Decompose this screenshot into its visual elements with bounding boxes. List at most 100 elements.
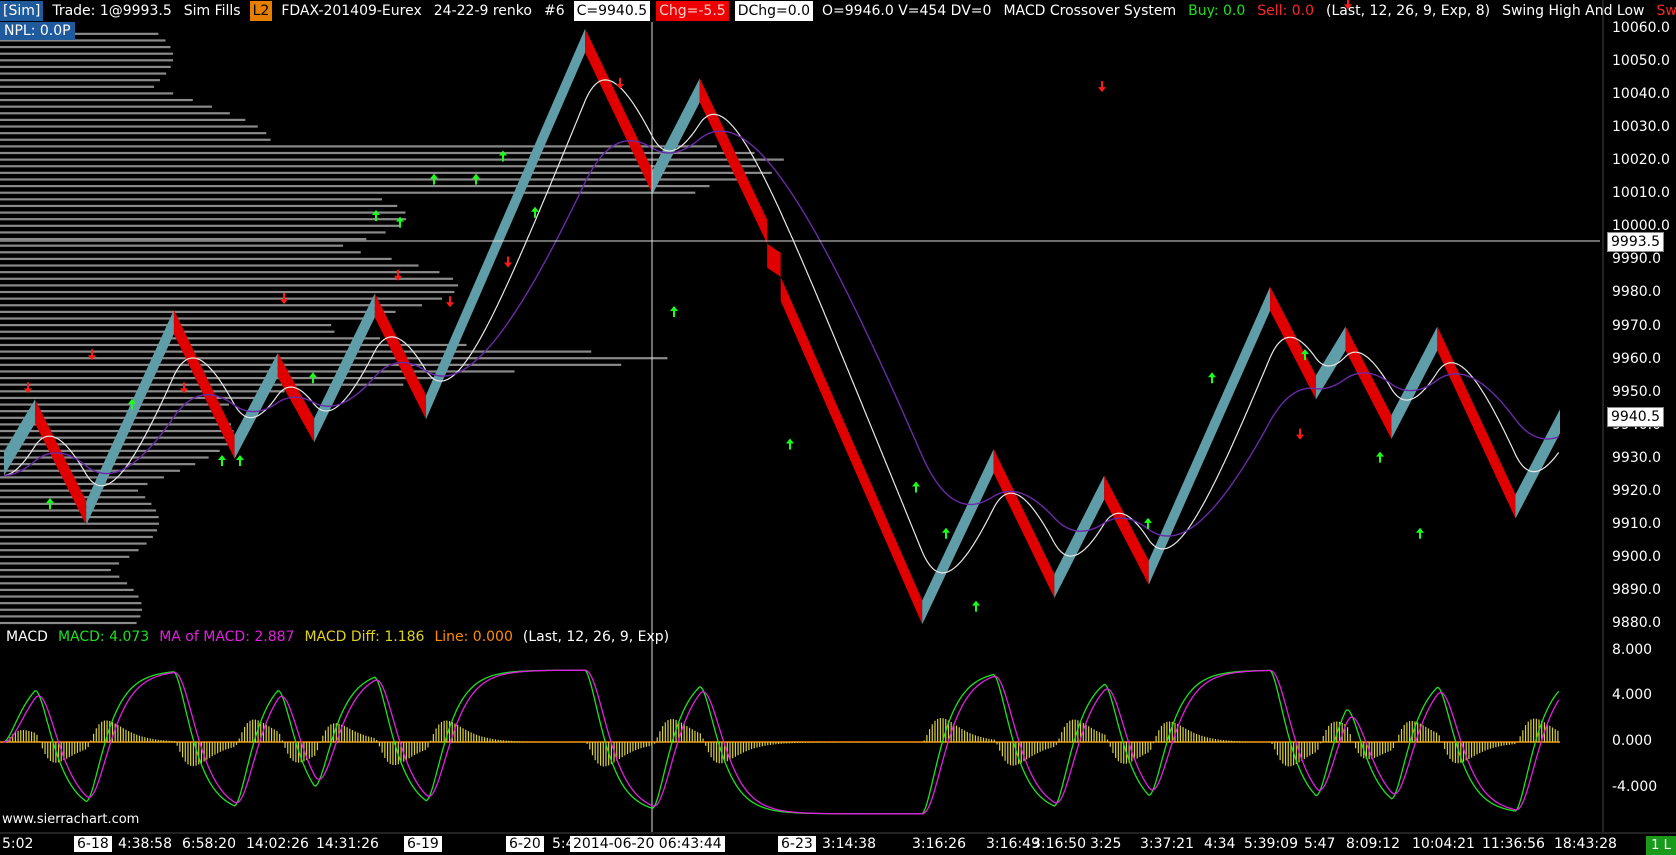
macd-histogram-bar [1190,731,1192,743]
macd-histogram-bar [384,742,386,758]
macd-histogram-bar [14,732,16,743]
macd-histogram-bar [966,731,968,743]
macd-histogram-bar [786,742,788,744]
macd-histogram-bar [705,742,707,746]
macd-histogram-bar [322,735,324,743]
macd-histogram-bar [84,742,87,750]
corner-badge[interactable]: 1 L [1646,836,1676,855]
profile-bar [0,522,160,525]
macd-histogram-bar [697,732,699,743]
macd-histogram-bar [502,740,505,743]
chart-canvas[interactable] [0,0,1676,855]
sierra-chart-window[interactable]: [Sim] Trade: 1@9993.5 Sim Fills L2 FDAX-… [0,0,1676,855]
macd-histogram-bar [804,742,807,743]
profile-bar [0,562,120,565]
macd-histogram-bar [972,734,974,743]
macd-histogram-bar [737,742,739,756]
macd-histogram-bar [802,742,804,743]
macd-histogram-bar [581,741,583,743]
macd-histogram-bar [764,742,766,746]
npl-badge: NPL: 0.0P [0,22,75,40]
macd-histogram-bar [222,742,224,751]
macd-histogram-bar [769,742,772,745]
profile-bar [0,224,400,227]
macd-histogram-bar [694,730,696,743]
price-tick-label: 9990.0 [1612,251,1661,268]
macd-histogram-bar [163,740,165,743]
date-tick-label: 6-18 [74,836,112,852]
macd-histogram-bar [1433,731,1435,743]
macd-histogram-bar [430,740,432,743]
macd-histogram-bar [573,741,575,743]
macd-histogram-bar [988,738,990,743]
profile-bar [0,98,193,102]
macd-histogram-bar [985,738,987,743]
macd-histogram-bar [1249,741,1252,743]
macd-histogram-bar [489,738,491,743]
macd-histogram-bar [424,742,426,750]
profile-bar [0,542,147,545]
profile-bar [0,568,111,572]
macd-histogram-bar [362,734,364,743]
macd-histogram-bar [198,742,200,765]
macd-histogram-bar [1376,742,1378,757]
macd-histogram-bar [1449,742,1451,759]
l2-tag[interactable]: L2 [249,1,273,21]
macd-histogram-bar [1309,742,1311,756]
macd-histogram-bar [1179,725,1181,743]
price-tick-label: 9930.0 [1612,449,1661,466]
sim-tag[interactable]: [Sim] [0,1,44,21]
macd-histogram-bar [1522,730,1524,743]
macd-histogram-bar [370,737,372,743]
macd-histogram-bar [643,742,645,748]
macd-histogram-bar [152,738,154,743]
macd-histogram-bar [190,742,192,766]
macd-histogram-bar [465,729,467,743]
profile-bar [0,277,454,280]
macd-ma-value: MA of MACD: 2.887 [159,629,295,645]
macd-histogram-bar [1101,733,1103,743]
macd-histogram-bar [815,742,817,743]
price-tick-label: 9960.0 [1612,350,1661,367]
macd-tick-label: 0.000 [1612,733,1653,749]
macd-histogram-bar [1193,732,1195,743]
macd-histogram-bar [734,742,737,757]
macd-histogram-bar [171,740,173,743]
macd-histogram-bar [839,742,842,743]
profile-bar [0,59,174,62]
macd-histogram-bar [130,732,132,743]
macd-histogram-bar [791,742,793,744]
profile-bar [0,621,137,625]
macd-histogram-bar [516,741,518,743]
footer-url[interactable]: www.sierrachart.com [2,812,139,827]
macd-histogram-bar [33,732,35,743]
macd-histogram-bar [66,742,68,759]
macd-histogram-bar [246,723,248,743]
macd-histogram-bar [1274,742,1276,750]
macd-histogram-bar [265,724,267,743]
last-price-label: 9940.5 [1607,407,1664,427]
macd-histogram-bar [756,742,758,748]
macd-histogram-bar [834,742,836,743]
macd-histogram-bar [1228,740,1230,743]
macd-histogram-bar [1551,727,1554,743]
macd-histogram-bar [1384,742,1386,753]
profile-bar [0,204,398,208]
macd-histogram-bar [1425,726,1427,743]
macd-histogram-bar [1042,742,1044,751]
time-tick-label: 4:38:58 [118,836,172,852]
macd-histogram-bar [357,732,359,743]
macd-histogram-bar [1255,741,1257,743]
macd-histogram-bar [626,742,629,755]
macd-histogram-bar [1001,742,1003,757]
macd-histogram-bar [796,742,799,744]
macd-histogram-bar [389,742,391,765]
profile-bar [0,363,622,366]
swing-high-arrow [504,256,512,268]
macd-histogram-bar [103,720,105,743]
macd-histogram-bar [1136,742,1138,759]
macd-histogram-bar [1088,726,1090,743]
macd-histogram-bar [1204,736,1206,743]
sim-fills[interactable]: Sim Fills [181,1,244,21]
macd-histogram-bar [376,740,378,743]
